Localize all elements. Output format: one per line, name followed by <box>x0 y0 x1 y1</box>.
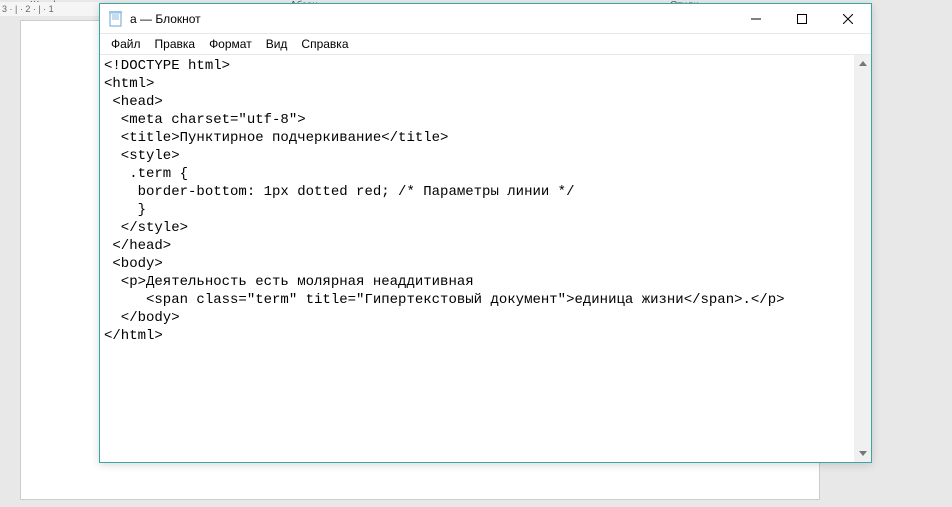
menubar: Файл Правка Формат Вид Справка <box>100 34 871 54</box>
menu-edit[interactable]: Правка <box>148 36 203 52</box>
chevron-down-icon <box>859 451 867 456</box>
chevron-up-icon <box>859 61 867 66</box>
menu-file[interactable]: Файл <box>104 36 148 52</box>
notepad-icon <box>108 11 124 27</box>
maximize-button[interactable] <box>779 4 825 33</box>
close-icon <box>843 14 853 24</box>
maximize-icon <box>797 14 807 24</box>
close-button[interactable] <box>825 4 871 33</box>
window-controls <box>733 4 871 33</box>
scroll-up-button[interactable] <box>854 55 871 72</box>
notepad-window: а — Блокнот Файл Правка Формат Вид Справ… <box>99 3 872 463</box>
menu-view[interactable]: Вид <box>259 36 295 52</box>
scroll-down-button[interactable] <box>854 445 871 462</box>
menu-format[interactable]: Формат <box>202 36 259 52</box>
vertical-scrollbar[interactable] <box>854 55 871 462</box>
editor-area: <!DOCTYPE html> <html> <head> <meta char… <box>100 54 871 462</box>
titlebar: а — Блокнот <box>100 4 871 34</box>
menu-help[interactable]: Справка <box>294 36 355 52</box>
window-title: а — Блокнот <box>130 12 733 26</box>
text-content[interactable]: <!DOCTYPE html> <html> <head> <meta char… <box>100 55 854 462</box>
minimize-icon <box>751 14 761 24</box>
bg-ruler: 3 · | · 2 · | · 1 <box>0 2 100 16</box>
minimize-button[interactable] <box>733 4 779 33</box>
